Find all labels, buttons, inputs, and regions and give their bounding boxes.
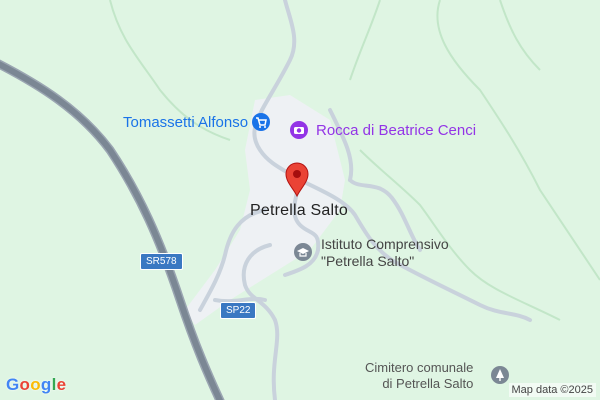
poi-label-cemetery[interactable]: Cimitero comunale di Petrella Salto (365, 360, 473, 392)
google-logo[interactable]: Google (6, 375, 66, 395)
shopping-cart-icon[interactable] (252, 113, 270, 131)
poi-label-attraction[interactable]: Rocca di Beatrice Cenci (316, 123, 476, 138)
logo-letter: g (40, 375, 52, 394)
cemetery-icon[interactable] (491, 366, 509, 384)
logo-letter: e (56, 375, 67, 394)
logo-letter: o (30, 375, 41, 394)
road-shield-sp22: SP22 (220, 302, 257, 319)
logo-letter: G (6, 375, 20, 394)
road-shield-sr578: SR578 (140, 253, 183, 270)
poi-label-shop[interactable]: Tomassetti Alfonso (123, 115, 248, 130)
logo-letter: o (19, 375, 31, 394)
camera-icon[interactable] (290, 121, 308, 139)
graduation-cap-icon[interactable] (294, 243, 312, 261)
town-label: Petrella Salto (250, 202, 348, 219)
map-canvas[interactable] (0, 0, 600, 400)
poi-label-school[interactable]: Istituto Comprensivo "Petrella Salto" (321, 236, 449, 270)
map-attribution[interactable]: Map data ©2025 (508, 383, 596, 397)
